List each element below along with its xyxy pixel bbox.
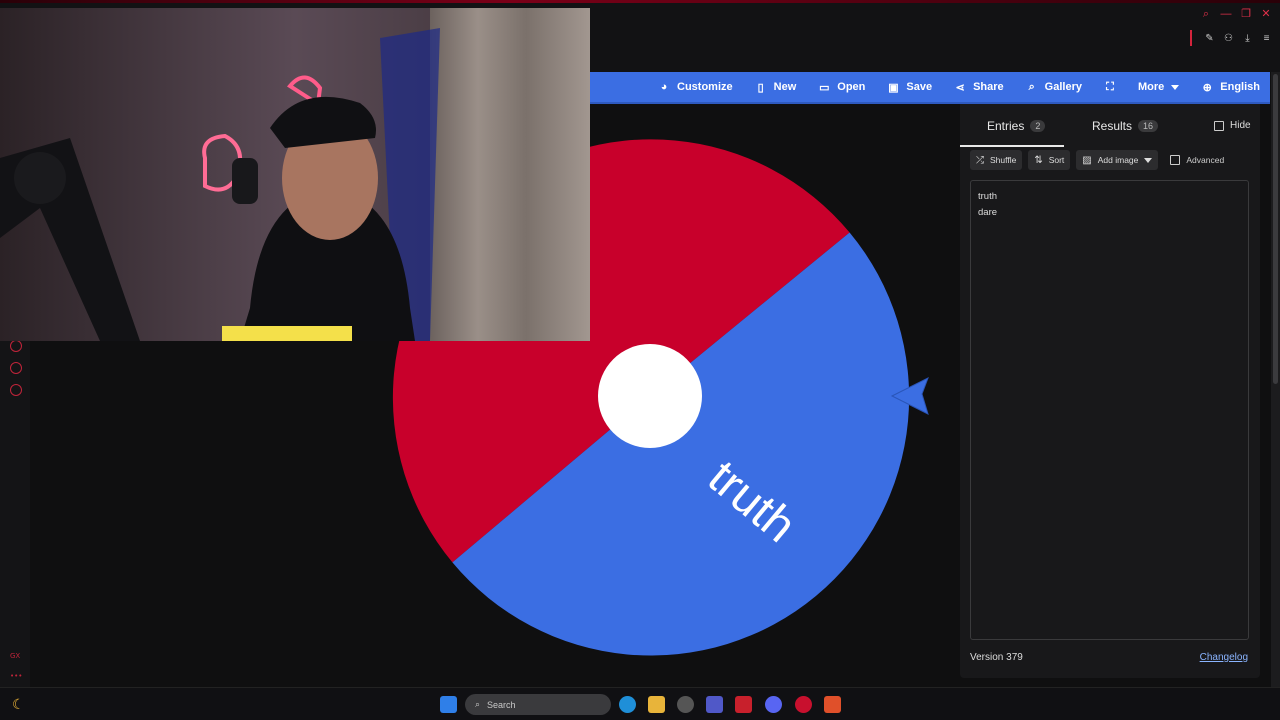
extensions-row: ✎ ⚇ ⤓ ≡	[1190, 30, 1272, 46]
browser-accent-line	[0, 0, 1280, 3]
gx-logo-icon: GX	[10, 652, 21, 660]
toolbar-separator	[1190, 30, 1192, 46]
taskbar-search-label: Search	[487, 699, 516, 710]
webcam-image	[0, 8, 590, 341]
changelog-link[interactable]: Changelog	[1200, 652, 1248, 663]
entries-count-badge: 2	[1030, 120, 1046, 132]
webcam-overlay	[0, 8, 590, 341]
restore-icon[interactable]: ❐	[1240, 6, 1252, 22]
share-button[interactable]: ⋖ Share	[954, 81, 1004, 94]
entries-panel: Entries 2 Results 16 Hide ⤮ Shuffle ⇅ So…	[960, 104, 1260, 678]
gallery-button[interactable]: ⌕ Gallery	[1026, 80, 1082, 94]
language-label: English	[1220, 81, 1260, 93]
customize-label: Customize	[677, 81, 733, 93]
entries-textarea[interactable]: truth dare	[970, 180, 1249, 640]
weather-icon[interactable]: ☾	[12, 696, 25, 713]
advanced-toggle[interactable]: Advanced	[1170, 155, 1224, 165]
tab-entries-label: Entries	[987, 119, 1025, 133]
entry-line: dare	[978, 207, 998, 218]
hide-checkbox[interactable]	[1214, 120, 1224, 131]
opera-icon[interactable]	[795, 696, 812, 713]
add-image-label: Add image	[1097, 155, 1139, 165]
sort-button[interactable]: ⇅ Sort	[1028, 150, 1071, 170]
palette-icon: ◕	[660, 81, 668, 93]
wheel-center-button[interactable]	[598, 344, 702, 448]
entry-line: truth	[978, 191, 998, 202]
edge-icon[interactable]	[619, 696, 636, 713]
active-tab-indicator	[960, 145, 1064, 147]
advanced-label: Advanced	[1186, 155, 1225, 165]
download-icon[interactable]: ⤓	[1242, 32, 1253, 44]
scrollbar-thumb[interactable]	[1273, 74, 1278, 384]
new-label: New	[773, 81, 797, 93]
shuffle-icon: ⤮	[976, 154, 984, 166]
search-icon: ⌕	[475, 699, 481, 709]
sort-label: Sort	[1048, 155, 1065, 165]
more-button[interactable]: More	[1137, 81, 1180, 93]
close-icon[interactable]: ✕	[1260, 6, 1272, 22]
hide-toggle[interactable]: Hide	[1214, 120, 1251, 131]
taskbar-search[interactable]: ⌕ Search	[465, 694, 611, 715]
file-icon: ▯	[757, 81, 764, 94]
tab-results[interactable]: Results 16	[1092, 112, 1159, 140]
caret-down-icon	[1171, 84, 1180, 90]
start-icon[interactable]	[440, 696, 457, 713]
customize-button[interactable]: ◕ Customize	[658, 81, 733, 93]
sort-icon: ⇅	[1034, 154, 1043, 166]
shuffle-label: Shuffle	[990, 155, 1017, 165]
file-explorer-icon[interactable]	[648, 696, 665, 713]
discord-icon[interactable]	[765, 696, 782, 713]
hide-label: Hide	[1230, 120, 1251, 131]
fullscreen-button[interactable]: ⛶	[1104, 81, 1116, 93]
voicemeeter-icon[interactable]	[735, 696, 752, 713]
entries-toolbar: ⤮ Shuffle ⇅ Sort ▨ Add image Advanced	[970, 150, 1224, 170]
new-button[interactable]: ▯ New	[755, 81, 797, 94]
save-label: Save	[906, 81, 933, 93]
save-button[interactable]: ▣ Save	[887, 81, 933, 94]
language-button[interactable]: ⊕ English	[1201, 81, 1260, 94]
app-header: ◕ Customize ▯ New ▭ Open ▣ Save ⋖ Share …	[590, 72, 1270, 104]
caret-down-icon	[1144, 157, 1153, 163]
teams-icon[interactable]	[706, 696, 723, 713]
search-icon: ⌕	[1028, 80, 1035, 93]
share-label: Share	[973, 81, 1004, 93]
more-dots-icon[interactable]: •••	[10, 672, 22, 680]
snapshot-icon[interactable]: ✎	[1204, 32, 1215, 44]
save-icon: ▣	[888, 81, 899, 94]
open-button[interactable]: ▭ Open	[818, 81, 866, 94]
tab-results-label: Results	[1092, 119, 1133, 133]
shuffle-button[interactable]: ⤮ Shuffle	[970, 150, 1023, 170]
account-icon[interactable]: ⚇	[1223, 32, 1234, 44]
history-icon[interactable]	[10, 340, 22, 352]
results-count-badge: 16	[1138, 120, 1159, 132]
minimize-icon[interactable]: —	[1220, 6, 1232, 22]
add-image-button[interactable]: ▨ Add image	[1076, 150, 1159, 170]
gallery-label: Gallery	[1044, 81, 1082, 93]
settings-icon[interactable]	[10, 384, 22, 396]
advanced-checkbox[interactable]	[1170, 155, 1181, 165]
open-label: Open	[837, 81, 866, 93]
extensions-icon[interactable]	[10, 362, 22, 374]
brave-icon[interactable]	[824, 696, 841, 713]
globe-icon: ⊕	[1202, 81, 1212, 94]
image-icon: ▨	[1082, 154, 1092, 166]
share-icon: ⋖	[955, 81, 965, 94]
menu-icon[interactable]: ≡	[1261, 32, 1272, 44]
more-label: More	[1137, 81, 1165, 93]
version-text: Version 379	[970, 652, 1023, 663]
page-scrollbar[interactable]	[1271, 72, 1280, 687]
tab-entries[interactable]: Entries 2	[987, 112, 1046, 140]
taskbar: ☾ ⌕ Search	[0, 687, 1280, 720]
window-controls: ⌕ — ❐ ✕	[1200, 6, 1272, 22]
app-icon[interactable]	[677, 696, 694, 713]
fullscreen-icon: ⛶	[1106, 80, 1114, 93]
browser-search-icon[interactable]: ⌕	[1200, 6, 1212, 22]
folder-open-icon: ▭	[819, 81, 830, 94]
